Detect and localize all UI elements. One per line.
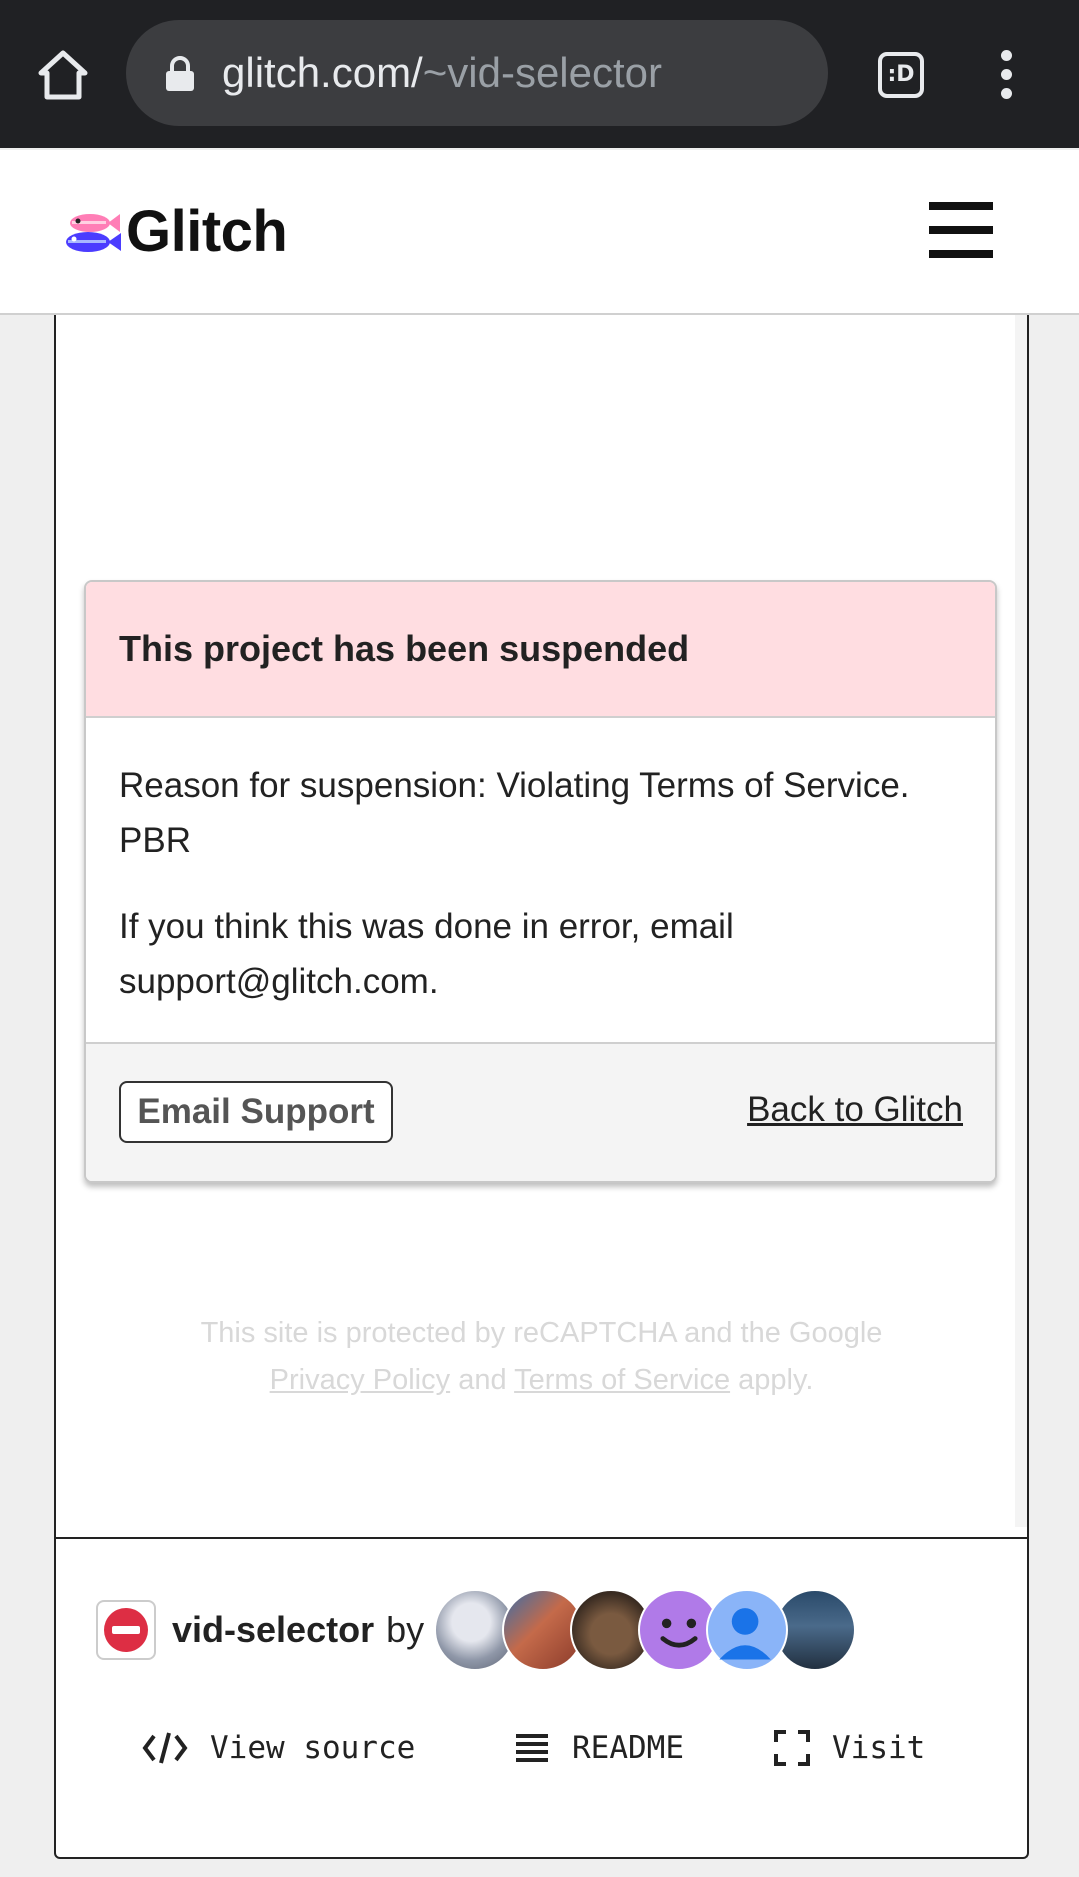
hamburger-menu-icon[interactable] [929, 202, 993, 258]
suspension-contact: If you think this was done in error, ema… [119, 907, 734, 1001]
fish-logo-icon [66, 213, 121, 252]
recaptcha-and: and [458, 1364, 507, 1396]
recaptcha-notice: This site is protected by reCAPTCHA and … [54, 1310, 1029, 1404]
divider [54, 1537, 1029, 1539]
code-icon [142, 1732, 188, 1764]
fullscreen-icon [774, 1730, 810, 1766]
suspension-reason: Reason for suspension: Violating Terms o… [119, 766, 910, 860]
project-actions: View source README Visit [54, 1730, 1029, 1790]
url-path: ~vid-selector [422, 49, 662, 96]
privacy-policy-link[interactable]: Privacy Policy [270, 1364, 451, 1396]
suspension-footer: Email Support Back to Glitch [86, 1044, 995, 1181]
lock-icon [166, 56, 194, 91]
avatar[interactable] [706, 1589, 789, 1671]
project-by-label: by [386, 1609, 425, 1650]
home-icon[interactable] [36, 48, 90, 102]
more-menu-icon[interactable] [996, 50, 1016, 100]
url-text: glitch.com/~vid-selector [222, 46, 662, 100]
view-source-label: View source [210, 1730, 416, 1766]
no-entry-icon [104, 1608, 148, 1652]
email-support-button[interactable]: Email Support [119, 1081, 393, 1143]
address-bar[interactable]: glitch.com/~vid-selector [126, 20, 828, 126]
visit-button[interactable]: Visit [774, 1730, 925, 1766]
recaptcha-apply: apply. [738, 1364, 814, 1396]
default-user-icon [719, 1608, 771, 1660]
suspension-title: This project has been suspended [119, 628, 690, 669]
list-icon [516, 1734, 548, 1762]
project-name[interactable]: vid-selector [172, 1609, 374, 1651]
glitch-logo[interactable]: Glitch [60, 198, 288, 265]
readme-label: README [572, 1730, 684, 1766]
readme-button[interactable]: README [514, 1730, 684, 1766]
logo-text: Glitch [126, 199, 288, 264]
browser-toolbar: glitch.com/~vid-selector :D [0, 0, 1079, 148]
recaptcha-line2: Privacy Policy and Terms of Service appl… [54, 1357, 1029, 1404]
site-header: Glitch [0, 150, 1079, 315]
visit-label: Visit [832, 1730, 926, 1766]
project-avatar[interactable] [96, 1600, 156, 1660]
url-host: glitch.com/ [222, 49, 423, 96]
suspension-body: Reason for suspension: Violating Terms o… [86, 718, 995, 1044]
view-source-button[interactable]: View source [142, 1730, 415, 1766]
suspension-header: This project has been suspended [86, 582, 995, 718]
tab-switcher-button[interactable]: :D [878, 52, 924, 98]
recaptcha-line1: This site is protected by reCAPTCHA and … [200, 1317, 883, 1349]
terms-of-service-link[interactable]: Terms of Service [514, 1364, 730, 1396]
collaborator-avatars [434, 1589, 857, 1671]
back-to-glitch-link[interactable]: Back to Glitch [747, 1090, 963, 1130]
suspension-notice: This project has been suspended Reason f… [84, 580, 997, 1183]
project-info: vid-selector by [96, 1585, 857, 1675]
